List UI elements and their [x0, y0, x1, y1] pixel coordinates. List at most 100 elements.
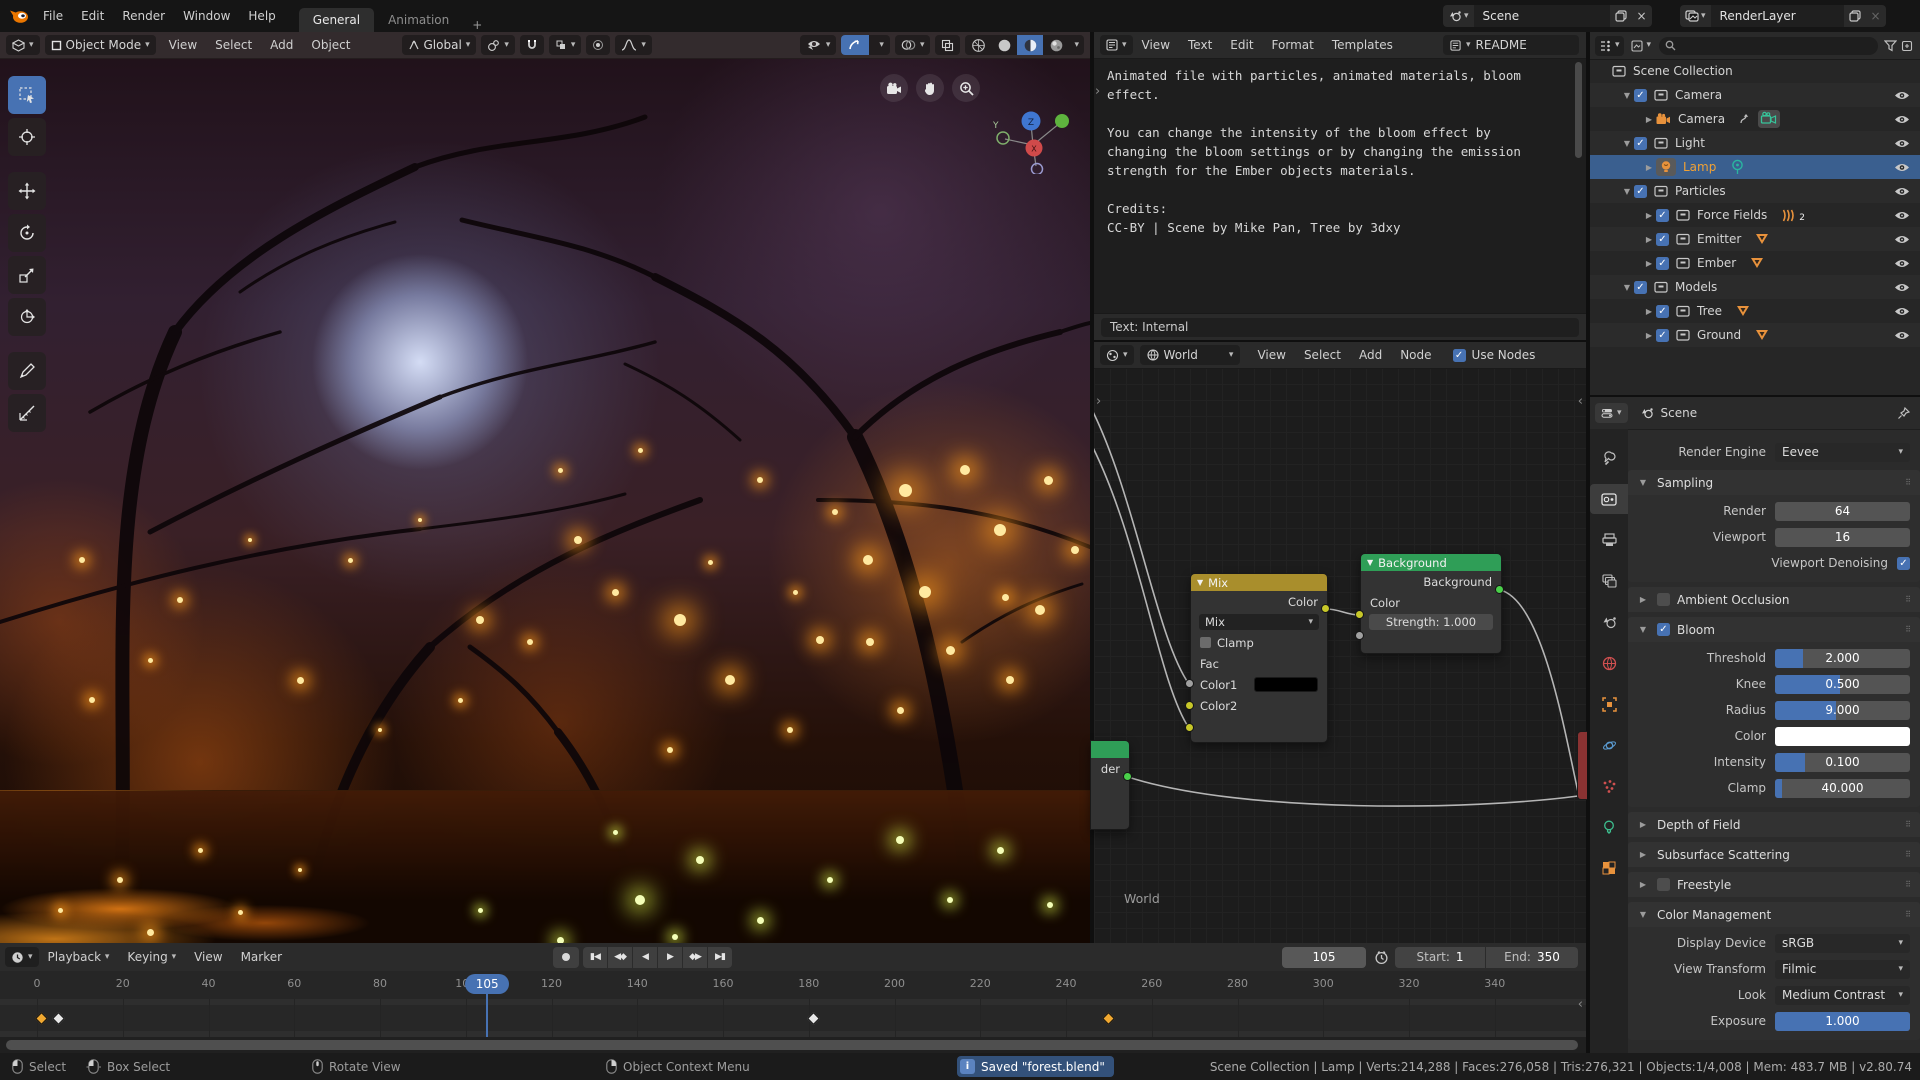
collection-checkbox[interactable]: ✓	[1656, 257, 1669, 270]
clamp-checkbox[interactable]	[1200, 637, 1211, 648]
visibility-eye-icon[interactable]	[1894, 282, 1910, 293]
timeline-menu-marker[interactable]: Marker	[232, 950, 291, 964]
proportional-editing-toggle[interactable]	[586, 35, 610, 55]
property-slider[interactable]: 1.000	[1775, 1012, 1910, 1031]
menu-file[interactable]: File	[34, 9, 72, 23]
disclosure-triangle-icon[interactable]: ▶	[1642, 331, 1656, 340]
editor-type-button[interactable]: ▾	[6, 35, 40, 55]
background-node-header[interactable]: ▼Background	[1361, 554, 1501, 571]
tool-select-box[interactable]	[8, 76, 46, 114]
collection-checkbox[interactable]: ✓	[1656, 233, 1669, 246]
menu-render[interactable]: Render	[113, 9, 174, 23]
outliner-row-ember[interactable]: ▶✓Ember	[1590, 251, 1920, 275]
visibility-eye-icon[interactable]	[1894, 210, 1910, 221]
collection-checkbox[interactable]: ✓	[1656, 329, 1669, 342]
property-dropdown[interactable]: Filmic▾	[1775, 960, 1910, 979]
outliner-row-light[interactable]: ▼✓Light	[1590, 131, 1920, 155]
tool-rotate[interactable]	[8, 214, 46, 252]
property-slider[interactable]: 2.000	[1775, 649, 1910, 668]
node-menu-add[interactable]: Add	[1350, 348, 1391, 362]
disclosure-triangle-icon[interactable]: ▶	[1642, 211, 1656, 220]
play-button[interactable]: ▶	[658, 947, 682, 968]
disclosure-triangle-icon[interactable]: ▶	[1642, 163, 1656, 172]
collection-checkbox[interactable]: ✓	[1634, 281, 1647, 294]
transform-orientation[interactable]: Global▾	[402, 35, 477, 55]
color-swatch[interactable]	[1775, 727, 1910, 746]
panel-disclosure-icon[interactable]: ▶	[1636, 880, 1650, 889]
properties-tab-physics[interactable]	[1590, 730, 1628, 760]
jump-to-end-button[interactable]: ▶▮	[708, 947, 732, 968]
camera-data-icon[interactable]	[1758, 110, 1780, 128]
panel-header-color-management[interactable]: ▼Color Management⠿	[1628, 902, 1920, 927]
tab-general[interactable]: General	[299, 8, 374, 32]
mesh-icon[interactable]	[1750, 257, 1764, 269]
node-editor-type-button[interactable]: ▾	[1100, 345, 1134, 365]
timeline-scroll-thumb[interactable]	[6, 1040, 1578, 1050]
mix-node[interactable]: ▼Mix Color Mix▾ Clamp Fac Color1 Color2	[1190, 573, 1328, 743]
text-menu-templates[interactable]: Templates	[1323, 38, 1402, 52]
outliner-row-camera[interactable]: ▼✓Camera	[1590, 83, 1920, 107]
mesh-icon[interactable]	[1755, 233, 1769, 245]
text-menu-format[interactable]: Format	[1263, 38, 1323, 52]
gizmo-icon[interactable]	[841, 35, 869, 55]
property-slider[interactable]: 40.000	[1775, 779, 1910, 798]
properties-tab-view-layer[interactable]	[1590, 566, 1628, 596]
frame-end-field[interactable]: End:350	[1486, 947, 1578, 968]
region-expand-arrow[interactable]: ›	[1095, 84, 1100, 99]
render-engine-dropdown[interactable]: Eevee▾	[1775, 443, 1910, 462]
properties-tab-output[interactable]	[1590, 525, 1628, 555]
outliner-row-tree[interactable]: ▶✓Tree	[1590, 299, 1920, 323]
panel-header-ambient-occlusion[interactable]: ▶Ambient Occlusion⠿	[1628, 587, 1920, 612]
copy-scene-button[interactable]	[1610, 5, 1632, 27]
camera-view-icon[interactable]	[880, 74, 908, 102]
world-output-node-partial[interactable]	[1577, 731, 1587, 800]
region-expand-arrow-left[interactable]: ›	[1096, 394, 1101, 409]
shading-wireframe-button[interactable]	[965, 35, 991, 55]
collection-checkbox[interactable]: ✓	[1656, 209, 1669, 222]
properties-tab-texture[interactable]	[1590, 853, 1628, 883]
outliner-row-force-fields[interactable]: ▶✓Force Fields2	[1590, 203, 1920, 227]
visibility-eye-icon[interactable]	[1894, 162, 1910, 173]
gizmos-dropdown[interactable]: ▾	[841, 35, 890, 55]
background-output-socket[interactable]	[1495, 585, 1504, 594]
tool-move[interactable]	[8, 172, 46, 210]
mesh-icon[interactable]	[1755, 329, 1769, 341]
shading-rendered-button[interactable]	[1043, 35, 1069, 55]
3d-viewport-canvas[interactable]	[0, 32, 1090, 943]
outliner-row-camera[interactable]: ▶Camera	[1590, 107, 1920, 131]
playhead[interactable]	[486, 999, 488, 1037]
panel-disclosure-icon[interactable]: ▼	[1636, 625, 1650, 634]
render-layer-selector[interactable]: ▾ RenderLayer ×	[1680, 5, 1886, 27]
text-editor-type-button[interactable]: ▾	[1100, 35, 1133, 55]
text-content[interactable]: Animated file with particles, animated m…	[1094, 58, 1586, 314]
unlink-scene-button[interactable]: ×	[1632, 5, 1652, 27]
visibility-eye-icon[interactable]	[1894, 330, 1910, 341]
properties-tab-particles[interactable]	[1590, 771, 1628, 801]
mix-blend-mode-dropdown[interactable]: Mix▾	[1199, 614, 1319, 630]
disclosure-triangle-icon[interactable]: ▶	[1642, 115, 1656, 124]
timeline-menu-playback[interactable]: Playback ▾	[39, 950, 119, 964]
blender-logo[interactable]	[8, 7, 30, 25]
scene-selector[interactable]: ▾ Scene ×	[1443, 5, 1652, 27]
outliner-display-mode-button[interactable]: ▾	[1629, 36, 1654, 56]
mix-color-output-socket[interactable]	[1321, 604, 1330, 613]
next-keyframe-button[interactable]: ◆▶	[683, 947, 707, 968]
pin-icon[interactable]	[1897, 407, 1910, 420]
outliner-editor-type-button[interactable]: ▾	[1595, 36, 1624, 56]
timeline-menu-keying[interactable]: Keying ▾	[118, 950, 185, 964]
frame-start-field[interactable]: Start:1	[1395, 947, 1485, 968]
record-button[interactable]	[553, 947, 579, 968]
tool-cursor[interactable]	[8, 118, 46, 156]
viewport-menu-view[interactable]: View	[160, 38, 206, 52]
property-dropdown[interactable]: sRGB▾	[1775, 934, 1910, 953]
text-menu-text[interactable]: Text	[1179, 38, 1221, 52]
partial-shader-node[interactable]: der	[1090, 740, 1130, 830]
panel-header-bloom[interactable]: ▼✓Bloom⠿	[1628, 617, 1920, 642]
tool-scale[interactable]	[8, 256, 46, 294]
auto-keying-clock-icon[interactable]	[1374, 950, 1389, 965]
menu-window[interactable]: Window	[174, 9, 239, 23]
visibility-eye-icon[interactable]	[1894, 306, 1910, 317]
background-color-socket[interactable]	[1355, 610, 1364, 619]
outliner-row-emitter[interactable]: ▶✓Emitter	[1590, 227, 1920, 251]
tool-measure[interactable]	[8, 394, 46, 432]
